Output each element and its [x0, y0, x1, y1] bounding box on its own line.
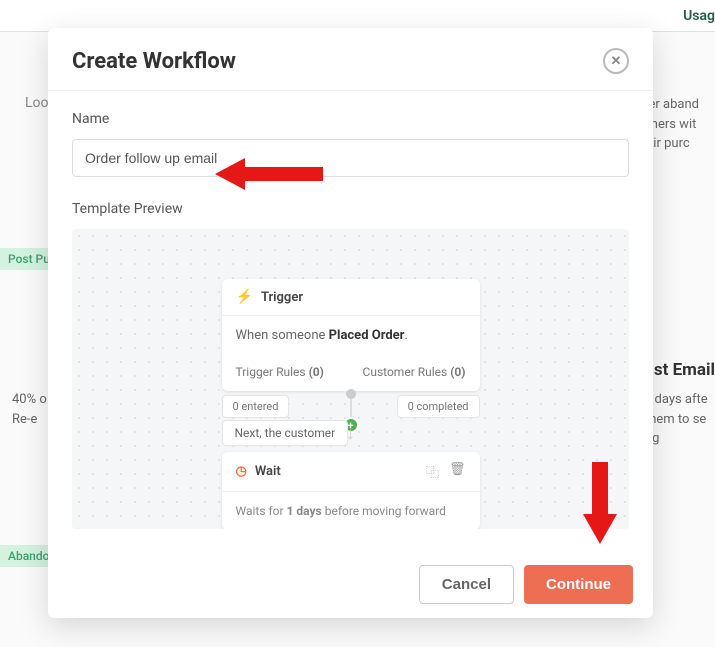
- connector-line: [350, 399, 352, 417]
- next-row: ↓ Next, the customer: [222, 420, 480, 446]
- copy-icon[interactable]: ⿻: [426, 462, 439, 481]
- trigger-body-action: Placed Order: [329, 328, 405, 343]
- trigger-rules-label: Trigger Rules: [236, 365, 306, 379]
- workflow-name-input[interactable]: [72, 139, 629, 177]
- usage-nav: Usag: [683, 8, 715, 24]
- cancel-button[interactable]: Cancel: [419, 565, 514, 604]
- close-button[interactable]: ✕: [603, 48, 629, 74]
- trigger-header-text: Trigger: [261, 290, 303, 305]
- wait-card-header: ◷ Wait ⿻ 🗑: [222, 452, 480, 492]
- customer-rules-count: (0): [450, 365, 465, 379]
- wait-header-text: Wait: [255, 464, 281, 479]
- create-workflow-modal: Create Workflow ✕ Name Template Preview …: [48, 28, 653, 618]
- modal-title: Create Workflow: [72, 49, 236, 74]
- bg-desc-right: v days afte them to se ng: [645, 390, 715, 449]
- modal-header: Create Workflow ✕: [48, 28, 653, 91]
- trigger-card-body: When someone Placed Order.: [222, 316, 480, 355]
- modal-body: Name Template Preview ⚡ Trigger When som…: [48, 91, 653, 551]
- continue-button[interactable]: Continue: [524, 565, 633, 604]
- wait-card-body: Waits for 1 days before moving forward: [222, 492, 480, 529]
- close-icon: ✕: [611, 54, 622, 69]
- wait-card-actions: ⿻ 🗑: [426, 462, 466, 481]
- trigger-card-footer: Trigger Rules (0) Customer Rules (0): [222, 355, 480, 391]
- bg-text-left: Loo: [25, 95, 49, 111]
- bg-heading-right: st Email: [654, 360, 715, 380]
- stats-row: + 0 entered 0 completed: [222, 395, 480, 418]
- trigger-card[interactable]: ⚡ Trigger When someone Placed Order. Tri…: [222, 279, 480, 391]
- modal-footer: Cancel Continue: [48, 551, 653, 618]
- wait-body-suffix: before moving forward: [322, 504, 446, 518]
- trigger-rules: Trigger Rules (0): [236, 365, 324, 379]
- wait-body-duration: 1 days: [287, 504, 322, 518]
- trigger-card-header: ⚡ Trigger: [222, 279, 480, 316]
- preview-label: Template Preview: [72, 201, 629, 217]
- trash-icon[interactable]: 🗑: [449, 462, 466, 481]
- wait-body-prefix: Waits for: [236, 504, 287, 518]
- entered-pill: 0 entered: [222, 395, 290, 418]
- arrow-down-icon: ↓: [346, 423, 355, 444]
- connector-dot: [346, 389, 356, 399]
- customer-rules-label: Customer Rules: [363, 365, 448, 379]
- template-preview-pane: ⚡ Trigger When someone Placed Order. Tri…: [72, 229, 629, 529]
- customer-rules: Customer Rules (0): [363, 365, 466, 379]
- completed-pill: 0 completed: [397, 395, 480, 418]
- name-label: Name: [72, 111, 629, 127]
- bolt-icon: ⚡: [236, 289, 253, 305]
- trigger-rules-count: (0): [309, 365, 324, 379]
- clock-icon: ◷: [236, 464, 247, 479]
- next-customer-label: Next, the customer: [222, 420, 349, 446]
- trigger-body-prefix: When someone: [236, 328, 329, 343]
- wait-card[interactable]: ◷ Wait ⿻ 🗑 Waits for 1 days before movin…: [222, 452, 480, 529]
